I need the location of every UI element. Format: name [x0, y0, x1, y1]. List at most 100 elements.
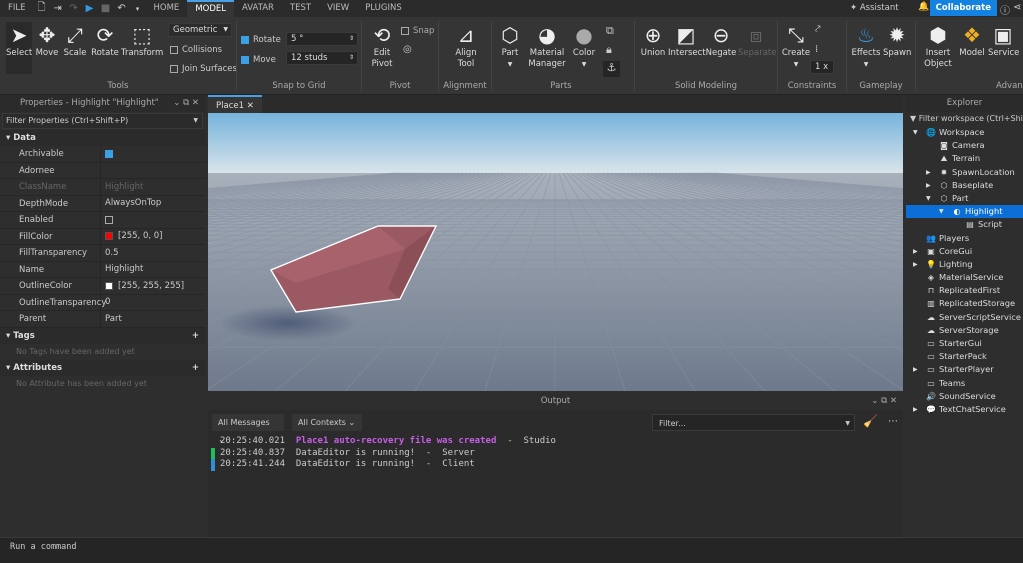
tab-model[interactable]: MODEL [187, 0, 234, 17]
weld-icon[interactable]: ⤤ [815, 24, 821, 35]
constraint-scale-input[interactable]: 1 x [810, 60, 834, 74]
expand-arrow-open-icon[interactable]: ▼ [926, 192, 931, 205]
expand-arrow-closed-icon[interactable]: ▶ [913, 258, 918, 271]
union-button[interactable]: ⊕ Union [639, 22, 667, 59]
pivot-snap-checkbox[interactable]: Snap [401, 26, 434, 36]
collaborate-button[interactable]: Collaborate [929, 0, 997, 16]
property-value[interactable]: [255, 255, 255] [101, 278, 184, 294]
move-tool-button[interactable]: ✥ Move [35, 22, 59, 59]
rotate-snap-input[interactable]: 5 ° ⇕ [286, 32, 358, 46]
explorer-item-starterplayer[interactable]: ▶ ▭ StarterPlayer [906, 363, 1023, 376]
insert-object-button[interactable]: ⬢ Insert Object [921, 22, 955, 70]
property-value[interactable]: AlwaysOnTop [101, 196, 161, 212]
expand-arrow-closed-icon[interactable]: ▶ [913, 403, 918, 416]
assistant-button[interactable]: ✦ Assistant [850, 3, 899, 13]
property-value[interactable]: Highlight [101, 179, 143, 195]
tab-place1[interactable]: Place1 ✕ [208, 95, 262, 113]
play-icon[interactable]: ▶ [82, 3, 98, 14]
rotate-snap-checkbox[interactable]: Rotate [241, 35, 281, 45]
property-value[interactable] [101, 212, 117, 228]
share-icon[interactable]: ⋖ [1013, 2, 1021, 13]
rotate-tool-button[interactable]: ⟳ Rotate [90, 22, 120, 59]
join-surfaces-checkbox[interactable]: Join Surfaces [170, 64, 237, 74]
section-attributes[interactable]: ▾ Attributes + [0, 359, 205, 376]
attachment-icon[interactable]: ⁞ [815, 44, 818, 55]
section-data[interactable]: ▾ Data [0, 130, 205, 146]
explorer-item-materialservice[interactable]: ◈ MaterialService [906, 271, 1023, 284]
property-value[interactable]: [255, 0, 0] [101, 229, 162, 245]
pivot-reset-icon[interactable]: ◎ [403, 44, 412, 55]
explorer-item-workspace[interactable]: ▼ 🌐 Workspace [906, 126, 1023, 139]
tab-plugins[interactable]: PLUGINS [357, 0, 410, 17]
color-button[interactable]: ● Color ▼ [570, 22, 598, 70]
move-snap-checkbox[interactable]: Move [241, 55, 276, 65]
close-icon[interactable]: ✕ [890, 396, 897, 406]
property-row-parent[interactable]: Parent Part [0, 311, 205, 328]
intersect-button[interactable]: ◩ Intersect [668, 22, 706, 59]
effects-button[interactable]: ♨ Effects ▼ [851, 22, 881, 70]
tab-home[interactable]: HOME [146, 0, 188, 17]
explorer-item-lighting[interactable]: ▶ 💡 Lighting [906, 258, 1023, 271]
spinner-icon[interactable]: ⇕ [349, 33, 354, 45]
property-value[interactable]: Part [101, 311, 122, 327]
contexts-filter-dropdown[interactable]: All Contexts ⌄ [292, 414, 362, 431]
create-constraint-button[interactable]: ⤡ Create ▼ [781, 22, 811, 70]
explorer-item-replicatedstorage[interactable]: ▥ ReplicatedStorage [906, 297, 1023, 310]
file-menu[interactable]: FILE [0, 0, 34, 17]
explorer-item-serverscriptservice[interactable]: ☁ ServerScriptService [906, 311, 1023, 324]
property-row-fillcolor[interactable]: FillColor [255, 0, 0] [0, 228, 205, 245]
property-row-name[interactable]: Name Highlight [0, 261, 205, 278]
property-row-filltransparency[interactable]: FillTransparency 0.5 [0, 245, 205, 262]
property-row-classname[interactable]: ClassName Highlight [0, 179, 205, 196]
anchor-icon[interactable]: ⚓︎ [603, 61, 620, 77]
checkbox-checked-icon[interactable] [105, 149, 113, 158]
select-tool-button[interactable]: ➤ Select [6, 22, 32, 74]
expand-arrow-closed-icon[interactable]: ▶ [913, 363, 918, 376]
expand-arrow-open-icon[interactable]: ▼ [913, 126, 918, 139]
lock-icon[interactable]: 🔒︎ [606, 43, 612, 57]
3d-viewport[interactable] [208, 113, 903, 391]
property-row-outlinecolor[interactable]: OutlineColor [255, 255, 255] [0, 278, 205, 295]
move-snap-input[interactable]: 12 studs ⇕ [286, 51, 358, 65]
expand-arrow-closed-icon[interactable]: ▶ [926, 166, 931, 179]
negate-button[interactable]: ⊖ Negate [705, 22, 737, 59]
property-row-adornee[interactable]: Adornee [0, 162, 205, 179]
collisions-checkbox[interactable]: Collisions [170, 45, 222, 55]
stop-icon[interactable]: ■ [98, 3, 114, 14]
add-attribute-icon[interactable]: + [192, 360, 199, 376]
tab-avatar[interactable]: AVATAR [234, 0, 282, 17]
material-manager-button[interactable]: ◕ Material Manager [528, 22, 566, 70]
edit-pivot-button[interactable]: ⟲ Edit Pivot [366, 22, 398, 70]
expand-arrow-closed-icon[interactable]: ▶ [913, 245, 918, 258]
add-tag-icon[interactable]: + [192, 328, 199, 344]
import-icon[interactable]: ⇥ [50, 3, 66, 14]
explorer-item-replicatedfirst[interactable]: ⊓ ReplicatedFirst [906, 284, 1023, 297]
command-bar[interactable]: Run a command [0, 537, 1023, 563]
explorer-item-players[interactable]: 👥 Players [906, 232, 1023, 245]
spawn-button[interactable]: ✹ Spawn [883, 22, 911, 59]
mode-dropdown[interactable]: Geometric ▼ [168, 23, 232, 37]
spinner-icon[interactable]: ⇕ [349, 52, 354, 64]
checkbox-icon[interactable] [105, 215, 113, 224]
expand-arrow-open-icon[interactable]: ▼ [939, 205, 944, 218]
scale-tool-button[interactable]: ⤢ Scale [62, 22, 88, 59]
color-swatch[interactable] [105, 232, 113, 241]
property-row-enabled[interactable]: Enabled [0, 212, 205, 229]
property-row-depthmode[interactable]: DepthMode AlwaysOnTop [0, 195, 205, 212]
new-file-icon[interactable]: 🗋 [34, 0, 50, 17]
undo-icon[interactable]: ↶ [114, 3, 130, 14]
explorer-item-soundservice[interactable]: 🔊 SoundService [906, 390, 1023, 403]
notification-icon[interactable]: 🔔 [918, 2, 929, 12]
property-value[interactable] [101, 163, 105, 179]
explorer-item-camera[interactable]: ◙ Camera [906, 139, 1023, 152]
color-swatch[interactable] [105, 281, 113, 290]
explorer-item-starterpack[interactable]: ▭ StarterPack [906, 350, 1023, 363]
explorer-filter-input[interactable]: ▼ Filter workspace (Ctrl+Shift [906, 112, 1023, 126]
property-value[interactable]: Highlight [101, 262, 143, 278]
chevron-down-icon[interactable]: ⌄ [871, 396, 881, 406]
quick-access-dropdown-icon[interactable]: ▾ [130, 5, 146, 13]
explorer-item-coregui[interactable]: ▶ ▣ CoreGui [906, 245, 1023, 258]
help-icon[interactable]: ⓘ [1000, 2, 1010, 17]
explorer-item-teams[interactable]: ▭ Teams [906, 377, 1023, 390]
property-value[interactable] [101, 146, 117, 162]
